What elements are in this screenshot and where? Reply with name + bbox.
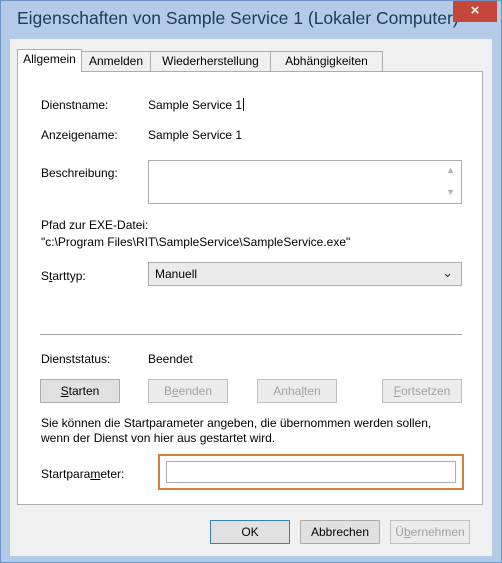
title-bar[interactable]: Eigenschaften von Sample Service 1 (Loka… <box>1 1 501 39</box>
dialog-client-area: Allgemein Anmelden Wiederherstellung Abh… <box>10 39 492 556</box>
close-icon: × <box>470 2 480 19</box>
scroll-down-icon[interactable]: ▼ <box>446 187 455 197</box>
tab-anmelden[interactable]: Anmelden <box>81 51 151 71</box>
cancel-button[interactable]: Abbrechen <box>300 520 380 544</box>
chevron-down-icon: ⌄ <box>442 265 453 280</box>
apply-button[interactable]: Übernehmen <box>390 520 470 544</box>
tab-label: Wiederherstellung <box>162 54 259 68</box>
start-params-info-line2: wenn der Dienst von hier aus gestartet w… <box>41 431 276 445</box>
general-tab-panel: Dienstname: Sample Service 1 Anzeigename… <box>17 71 483 505</box>
tab-wiederherstellung[interactable]: Wiederherstellung <box>150 51 271 71</box>
startup-type-value: Manuell <box>155 267 198 281</box>
service-name-value[interactable]: Sample Service 1 <box>148 98 245 112</box>
tab-allgemein[interactable]: Allgemein <box>17 49 82 72</box>
startup-type-select[interactable]: Manuell ⌄ <box>148 262 462 286</box>
description-label: Beschreibung: <box>41 166 118 180</box>
display-name-label: Anzeigename: <box>41 128 118 142</box>
start-params-input[interactable] <box>166 461 456 483</box>
tab-label: Anmelden <box>88 54 144 68</box>
exe-path-label: Pfad zur EXE-Datei: <box>41 218 149 232</box>
close-button[interactable]: × <box>453 1 497 22</box>
window-title: Eigenschaften von Sample Service 1 (Loka… <box>17 8 459 28</box>
tab-label: Allgemein <box>23 52 76 66</box>
cancel-label: Abbrechen <box>310 525 370 539</box>
tab-abhaengigkeiten[interactable]: Abhängigkeiten <box>270 51 383 71</box>
service-status-label: Dienststatus: <box>41 352 111 366</box>
service-status-value: Beendet <box>148 352 193 366</box>
start-params-label: Startparameter: <box>41 467 125 481</box>
resume-button[interactable]: Fortsetzen <box>382 379 462 403</box>
text-caret <box>243 98 245 111</box>
start-params-focus-highlight <box>158 454 464 490</box>
tab-label: Abhängigkeiten <box>285 54 368 68</box>
start-params-info-line1: Sie können die Startparameter angeben, d… <box>41 416 432 430</box>
properties-dialog: Eigenschaften von Sample Service 1 (Loka… <box>0 0 502 563</box>
startup-type-label: Starttyp: <box>41 269 86 283</box>
description-textarea[interactable]: ▲ ▼ <box>148 160 462 204</box>
service-name-text: Sample Service 1 <box>148 98 243 112</box>
exe-path-value: "c:\Program Files\RIT\SampleService\Samp… <box>41 235 351 249</box>
scroll-up-icon[interactable]: ▲ <box>446 165 455 175</box>
stop-button[interactable]: Beenden <box>148 379 228 403</box>
ok-button[interactable]: OK <box>210 520 290 544</box>
ok-label: OK <box>241 525 259 539</box>
separator <box>40 334 462 335</box>
service-name-label: Dienstname: <box>41 98 109 112</box>
start-button[interactable]: Starten <box>40 379 120 403</box>
display-name-value: Sample Service 1 <box>148 128 243 142</box>
pause-button[interactable]: Anhalten <box>257 379 337 403</box>
